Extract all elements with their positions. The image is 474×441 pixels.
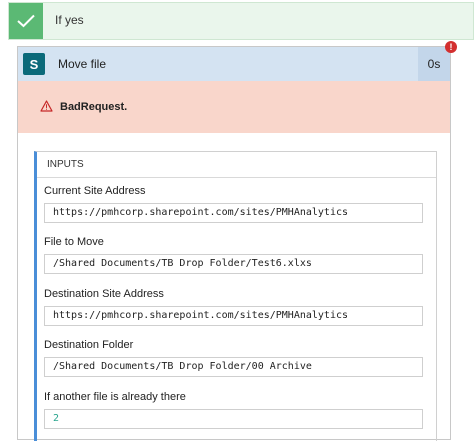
field-value: /Shared Documents/TB Drop Folder/Test6.x… <box>53 258 312 269</box>
condition-branch-header[interactable]: If yes <box>8 2 474 40</box>
error-indicator-icon: ! <box>445 41 457 53</box>
condition-label: If yes <box>55 13 84 27</box>
action-header[interactable]: S Move file 0s <box>18 47 450 81</box>
inputs-header: INPUTS <box>37 152 436 178</box>
field-label-destination-folder: Destination Folder <box>44 339 134 351</box>
field-value: /Shared Documents/TB Drop Folder/00 Arch… <box>53 361 312 372</box>
field-value: https://pmhcorp.sharepoint.com/sites/PMH… <box>53 207 349 218</box>
error-banner: BadRequest. <box>18 81 450 133</box>
destination-folder-field[interactable]: /Shared Documents/TB Drop Folder/00 Arch… <box>44 357 423 377</box>
current-site-address-field[interactable]: https://pmhcorp.sharepoint.com/sites/PMH… <box>44 203 423 223</box>
file-to-move-field[interactable]: /Shared Documents/TB Drop Folder/Test6.x… <box>44 254 423 274</box>
error-message: BadRequest. <box>60 101 128 113</box>
inputs-title: INPUTS <box>47 159 84 170</box>
warning-icon <box>40 99 53 117</box>
action-title: Move file <box>58 57 107 71</box>
field-label-file-to-move: File to Move <box>44 236 104 248</box>
sharepoint-icon: S <box>23 53 45 75</box>
if-file-exists-field[interactable]: 2 <box>44 409 423 429</box>
field-label-if-file-exists: If another file is already there <box>44 391 186 403</box>
move-file-action-card: S Move file 0s BadRequest. INPUTS Curren… <box>17 46 451 441</box>
field-label-current-site-address: Current Site Address <box>44 185 146 197</box>
check-icon <box>9 3 43 39</box>
action-duration: 0s <box>418 47 450 81</box>
field-label-destination-site-address: Destination Site Address <box>44 288 164 300</box>
destination-site-address-field[interactable]: https://pmhcorp.sharepoint.com/sites/PMH… <box>44 306 423 326</box>
field-value: https://pmhcorp.sharepoint.com/sites/PMH… <box>53 310 349 321</box>
field-value: 2 <box>53 413 60 424</box>
